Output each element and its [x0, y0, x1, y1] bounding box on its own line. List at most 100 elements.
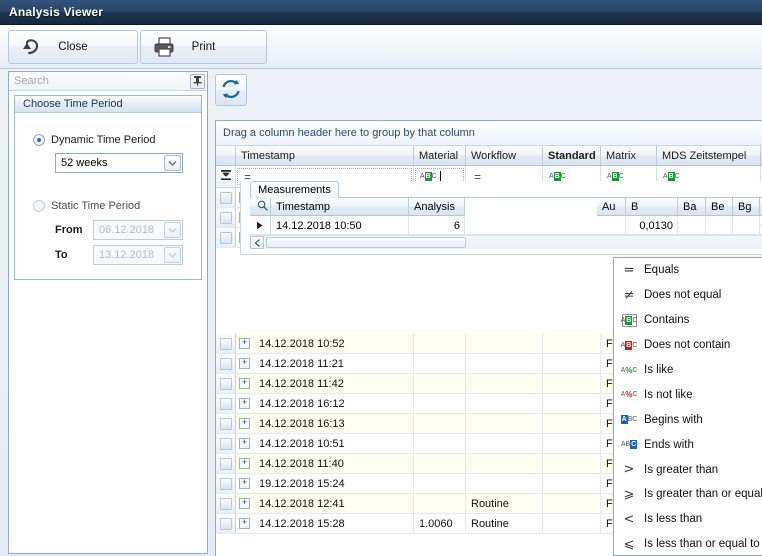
detail-column-header-label: Analysis: [414, 200, 455, 213]
dynamic-period-value: 52 weeks: [61, 157, 108, 169]
cell-standard: [543, 414, 601, 433]
pin-button[interactable]: [190, 74, 205, 89]
to-date-field[interactable]: 13.12.2018: [93, 245, 183, 265]
header-indicator-cell: [216, 146, 236, 166]
column-header-standard[interactable]: Standard: [543, 146, 601, 166]
detail-column-header-label: Ba: [683, 200, 697, 213]
title-bar: Analysis Viewer: [0, 0, 762, 25]
refresh-button[interactable]: [215, 74, 247, 106]
row-indicator-cell[interactable]: [216, 228, 236, 247]
cell-material: 1.0060: [414, 514, 466, 533]
cell-standard: [543, 494, 601, 513]
detail-column-header-bg[interactable]: Bg: [733, 198, 760, 216]
from-date-field[interactable]: 06.12.2018: [93, 220, 183, 240]
menu-item-equals[interactable]: = Equals: [614, 258, 762, 283]
row-handle-icon: [219, 517, 232, 530]
cell-workflow: [466, 434, 543, 453]
scroll-left-icon[interactable]: [250, 236, 264, 249]
cell-timestamp: 14.12.2018 11:21: [236, 354, 414, 373]
detail-column-header-label: Bg: [738, 200, 752, 213]
detail-data-row[interactable]: 14.12.2018 10:5060,01300,0047: [250, 216, 762, 235]
menu-item-is-not-like[interactable]: A% C Is not like: [614, 382, 762, 407]
detail-column-header-be[interactable]: Be: [706, 198, 733, 216]
detail-column-header-ba[interactable]: Ba: [678, 198, 706, 216]
menu-item-is-greater-than-or-equal-to[interactable]: ⩾ Is greater than or equal to: [614, 482, 762, 507]
search-row: Search: [9, 72, 207, 91]
from-chevron-down-icon[interactable]: [164, 222, 181, 238]
row-indicator-cell[interactable]: [216, 354, 236, 373]
row-indicator-cell[interactable]: [216, 494, 236, 513]
row-indicator-cell[interactable]: [216, 374, 236, 393]
column-header-timestamp[interactable]: Timestamp: [236, 146, 414, 166]
cell-material: [414, 394, 466, 413]
cell-text: Routine: [471, 517, 509, 530]
static-time-period-radio[interactable]: Static Time Period: [33, 200, 140, 212]
detail-column-header-au[interactable]: Au: [597, 198, 626, 216]
detail-column-header-label: Timestamp: [276, 200, 330, 213]
row-indicator-cell[interactable]: [216, 474, 236, 493]
detail-horizontal-scrollbar[interactable]: [250, 235, 762, 249]
row-indicator-cell[interactable]: [216, 188, 236, 207]
detail-cell-timestamp: 14.12.2018 10:50: [271, 216, 409, 235]
cell-text: 14.12.2018 10:52: [259, 337, 345, 350]
window-title: Analysis Viewer: [9, 5, 104, 19]
row-indicator-cell[interactable]: [216, 334, 236, 353]
row-indicator-cell[interactable]: [216, 394, 236, 413]
group-by-hint: Drag a column header here to group by th…: [223, 127, 475, 139]
filter-condition-menu[interactable]: = Equals ≠ Does not equal A B C Contains A B C Does…: [613, 257, 762, 556]
menu-item-label: Does not contain: [644, 339, 731, 352]
detail-column-header-b[interactable]: B: [626, 198, 678, 216]
row-indicator-cell[interactable]: [216, 414, 236, 433]
menu-item-label: Is like: [644, 364, 674, 376]
menu-item-is-like[interactable]: A% C Is like: [614, 358, 762, 383]
menu-item-is-greater-than[interactable]: > Is greater than: [614, 457, 762, 482]
not-equals-icon: ≠: [623, 287, 635, 303]
cell-workflow: [466, 354, 543, 373]
print-button[interactable]: Print: [140, 30, 267, 64]
menu-item-begins-with[interactable]: A B C Begins with: [614, 407, 762, 432]
row-indicator-cell[interactable]: [216, 208, 236, 227]
cell-timestamp: 14.12.2018 15:28: [236, 514, 414, 533]
column-header-matrix[interactable]: Matrix: [601, 146, 657, 166]
row-indicator-cell[interactable]: [216, 454, 236, 473]
detail-header-row: TimestampAnalysisAuBBaBeBgBi: [250, 198, 762, 216]
dynamic-period-dropdown[interactable]: 52 weeks: [55, 153, 183, 173]
dynamic-time-period-radio[interactable]: Dynamic Time Period: [33, 134, 156, 146]
cell-text: 14.12.2018 16:13: [259, 417, 345, 430]
detail-cell-text: 0,0130: [639, 219, 673, 232]
cell-text: 14.12.2018 11:21: [259, 357, 344, 370]
menu-item-ends-with[interactable]: A B C Ends with: [614, 432, 762, 457]
grid-header-row: Timestamp Material Workflow Standard Matrix M…: [216, 146, 762, 166]
tab-measurements[interactable]: Measurements: [250, 181, 339, 198]
row-handle-icon: [219, 397, 232, 410]
filter-toggle-button[interactable]: [216, 166, 236, 188]
detail-cell-b: 0,0130: [626, 216, 678, 235]
menu-item-is-less-than[interactable]: < Is less than: [614, 507, 762, 532]
column-header-workflow[interactable]: Workflow: [466, 146, 543, 166]
print-button-label: Print: [191, 41, 216, 53]
row-indicator-cell[interactable]: [216, 514, 236, 533]
close-button[interactable]: Close: [8, 30, 138, 64]
cell-material: [414, 494, 466, 513]
cell-text: 19.12.2018 15:24: [259, 477, 345, 490]
column-header-material[interactable]: Material: [414, 146, 466, 166]
group-by-panel[interactable]: Drag a column header here to group by th…: [216, 121, 762, 146]
search-input[interactable]: Search: [14, 75, 49, 87]
main-content-area: Drag a column header here to group by th…: [212, 71, 762, 556]
cell-timestamp: 14.12.2018 10:52: [236, 334, 414, 353]
menu-item-does-not-equal[interactable]: ≠ Does not equal: [614, 283, 762, 308]
chevron-down-icon[interactable]: [164, 155, 181, 171]
column-header-mds-zeitstempel[interactable]: MDS Zeitstempel: [657, 146, 761, 166]
detail-search-button[interactable]: [250, 198, 271, 216]
to-chevron-down-icon[interactable]: [164, 247, 181, 263]
row-indicator-cell[interactable]: [216, 434, 236, 453]
row-handle-icon: [219, 337, 232, 350]
scroll-thumb[interactable]: [266, 237, 466, 248]
menu-item-contains[interactable]: A B C Contains: [614, 308, 762, 333]
menu-item-does-not-contain[interactable]: A B C Does not contain: [614, 333, 762, 358]
detail-column-header-timestamp[interactable]: Timestamp: [271, 198, 409, 216]
menu-item-is-less-than-or-equal-to[interactable]: ⩽ Is less than or equal to: [614, 532, 762, 556]
detail-column-header-analysis[interactable]: Analysis: [409, 198, 465, 216]
cell-material: [414, 474, 466, 493]
column-header-label: MDS Zeitstempel: [662, 149, 747, 162]
